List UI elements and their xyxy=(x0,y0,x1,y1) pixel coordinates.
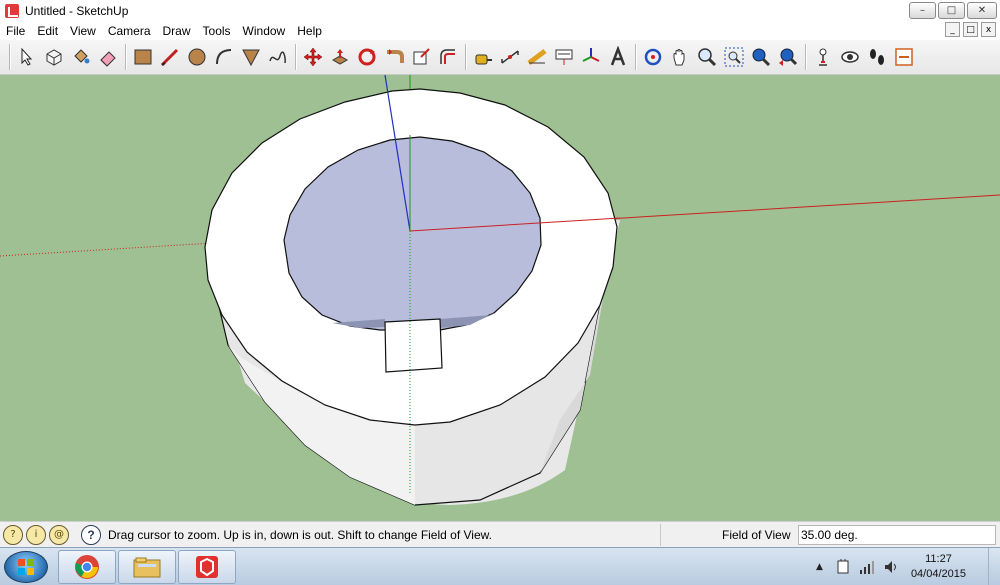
dimension-icon[interactable] xyxy=(497,44,523,70)
menu-camera[interactable]: Camera xyxy=(102,24,157,38)
close-button[interactable]: ✕ xyxy=(967,2,997,19)
start-button[interactable] xyxy=(4,551,48,583)
circle-icon[interactable] xyxy=(184,44,210,70)
text-icon[interactable] xyxy=(551,44,577,70)
document-minimize-button[interactable]: _ xyxy=(945,22,960,37)
drawing-viewport[interactable] xyxy=(0,75,1000,521)
geo-location-icon[interactable]: ? xyxy=(3,524,23,545)
status-hint: Drag cursor to zoom. Up is in, down is o… xyxy=(108,527,492,542)
show-hidden-icons-icon[interactable]: ▲ xyxy=(816,562,823,572)
sketchup-icon xyxy=(196,556,218,578)
follow-me-icon[interactable] xyxy=(381,44,407,70)
signin-icon[interactable]: @ xyxy=(49,524,69,545)
taskbar-chrome[interactable] xyxy=(58,550,116,584)
pan-icon[interactable] xyxy=(667,44,693,70)
section-plane-icon[interactable] xyxy=(891,44,917,70)
protractor-icon[interactable] xyxy=(524,44,550,70)
menu-edit[interactable]: Edit xyxy=(31,24,64,38)
power-icon[interactable] xyxy=(835,559,851,575)
3d-scene[interactable] xyxy=(0,75,1000,521)
document-restore-button[interactable]: □ xyxy=(963,22,978,37)
menu-help[interactable]: Help xyxy=(291,24,328,38)
clock-date: 04/04/2015 xyxy=(910,568,966,580)
menu-view[interactable]: View xyxy=(64,24,102,38)
toolbar-separator xyxy=(805,44,807,70)
look-around-icon[interactable] xyxy=(837,44,863,70)
taskbar-sketchup[interactable] xyxy=(178,550,236,584)
title-bar: Untitled - SketchUp – □ ✕ xyxy=(0,0,1000,21)
paint-bucket-icon[interactable] xyxy=(68,44,94,70)
large-tool-set-toolbar xyxy=(0,40,1000,75)
file-explorer-icon xyxy=(133,557,161,578)
clock-time: 11:27 xyxy=(925,553,952,565)
push-pull-icon[interactable] xyxy=(327,44,353,70)
show-desktop-button[interactable] xyxy=(988,548,1000,585)
minimize-button[interactable]: – xyxy=(909,2,936,19)
scale-icon[interactable] xyxy=(408,44,434,70)
make-component-icon[interactable] xyxy=(41,44,67,70)
status-bar: ? i @ ? Drag cursor to zoom. Up is in, d… xyxy=(0,521,1000,547)
credits-icon[interactable]: i xyxy=(26,524,46,545)
taskbar-file-explorer[interactable] xyxy=(118,550,176,584)
taskbar-clock[interactable]: 11:27 04/04/2015 xyxy=(911,552,966,582)
chrome-icon xyxy=(75,555,99,579)
status-divider xyxy=(660,524,661,546)
notch-block[interactable] xyxy=(384,318,443,373)
walk-icon[interactable] xyxy=(864,44,890,70)
toolbar-separator xyxy=(295,44,297,70)
toolbar-separator xyxy=(635,44,637,70)
line-icon[interactable] xyxy=(157,44,183,70)
menu-file[interactable]: File xyxy=(0,24,31,38)
document-close-button[interactable]: x xyxy=(981,22,996,37)
windows-taskbar: ▲ 11:27 04/04/2015 xyxy=(0,547,1000,585)
menu-draw[interactable]: Draw xyxy=(157,24,197,38)
rotate-icon[interactable] xyxy=(354,44,380,70)
select-icon[interactable] xyxy=(14,44,40,70)
tape-measure-icon[interactable] xyxy=(470,44,496,70)
menu-bar: File Edit View Camera Draw Tools Window … xyxy=(0,21,1000,40)
rectangle-icon[interactable] xyxy=(130,44,156,70)
maximize-button[interactable]: □ xyxy=(938,2,965,19)
toolbar-grip[interactable] xyxy=(9,44,11,70)
freehand-icon[interactable] xyxy=(265,44,291,70)
axes-icon[interactable] xyxy=(578,44,604,70)
zoom-icon[interactable] xyxy=(694,44,720,70)
toolbar-separator xyxy=(125,44,127,70)
volume-icon[interactable] xyxy=(883,559,899,575)
menu-tools[interactable]: Tools xyxy=(197,24,237,38)
3d-text-icon[interactable] xyxy=(605,44,631,70)
offset-icon[interactable] xyxy=(435,44,461,70)
orbit-icon[interactable] xyxy=(640,44,666,70)
window-title: Untitled - SketchUp xyxy=(25,3,129,18)
system-tray: ▲ 11:27 04/04/2015 xyxy=(816,548,1000,585)
zoom-window-icon[interactable] xyxy=(721,44,747,70)
zoom-extents-icon[interactable] xyxy=(748,44,774,70)
document-window-controls: _ □ x xyxy=(945,22,996,37)
position-camera-icon[interactable] xyxy=(810,44,836,70)
network-signal-icon[interactable] xyxy=(859,559,875,575)
measurements-input[interactable]: 35.00 deg. xyxy=(798,525,996,545)
arc-icon[interactable] xyxy=(211,44,237,70)
eraser-icon[interactable] xyxy=(95,44,121,70)
polygon-icon[interactable] xyxy=(238,44,264,70)
window-controls: – □ ✕ xyxy=(909,2,997,19)
menu-window[interactable]: Window xyxy=(237,24,292,38)
sketchup-app-icon[interactable] xyxy=(5,3,19,18)
measurements-label: Field of View xyxy=(722,528,791,542)
previous-view-icon[interactable] xyxy=(775,44,801,70)
move-icon[interactable] xyxy=(300,44,326,70)
toolbar-separator xyxy=(465,44,467,70)
windows-logo-icon xyxy=(18,559,34,575)
help-icon[interactable]: ? xyxy=(81,524,101,545)
